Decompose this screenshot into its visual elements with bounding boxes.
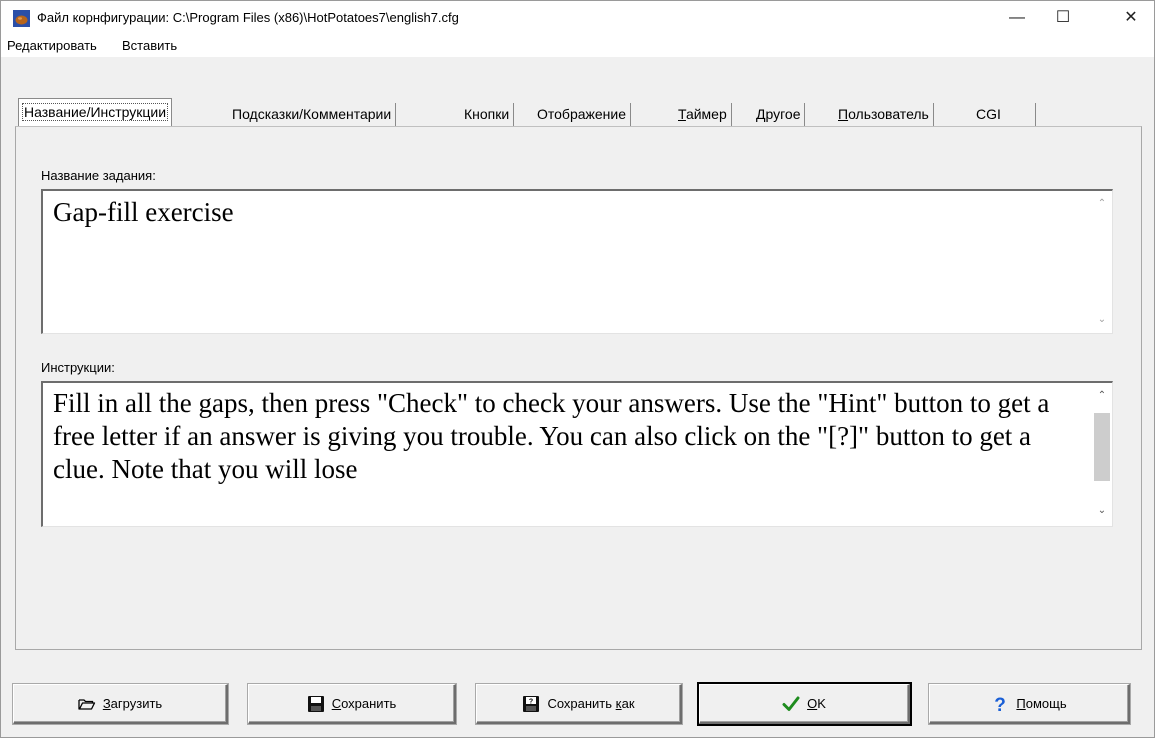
tab-cgi[interactable]: CGI — [972, 103, 1036, 127]
ok-button[interactable]: OK — [699, 684, 910, 724]
instructions-input[interactable]: Fill in all the gaps, then press "Check"… — [41, 381, 1113, 527]
tab-other[interactable]: Другое — [752, 103, 806, 127]
ok-label: OK — [807, 696, 826, 711]
maximize-button[interactable]: ☐ — [1040, 1, 1086, 35]
instructions-label: Инструкции: — [41, 360, 115, 375]
folder-open-icon — [78, 698, 95, 710]
title-scrollbar[interactable]: ⌃ ⌄ — [1092, 191, 1112, 333]
save-label: Сохранить — [331, 696, 397, 711]
tab-label: Кнопки — [464, 106, 510, 122]
tab-timer[interactable]: Таймер — [674, 103, 732, 127]
tab-label: Пользователь — [838, 106, 929, 122]
save-as-button[interactable]: ? Сохранить как — [476, 684, 682, 724]
instructions-scrollbar[interactable]: ⌃ ⌄ — [1092, 383, 1112, 526]
window-title: Файл корнфигурации: C:\Program Files (x8… — [37, 10, 459, 25]
exercise-title-label: Название задания: — [41, 168, 156, 183]
scrollbar-thumb[interactable] — [1094, 413, 1110, 481]
menu-edit[interactable]: Редактировать — [7, 38, 97, 53]
tab-title-instructions[interactable]: Название/Инструкции — [18, 98, 173, 127]
exercise-title-text: Gap-fill exercise — [53, 197, 234, 227]
help-label: Помощь — [1016, 696, 1067, 711]
load-button[interactable]: Загрузить — [13, 684, 228, 724]
instructions-text: Fill in all the gaps, then press "Check"… — [53, 388, 1050, 484]
hot-potatoes-app-icon — [13, 10, 30, 27]
help-button[interactable]: ? Помощь — [929, 684, 1130, 724]
save-as-label: Сохранить как — [547, 696, 635, 711]
config-window: Файл корнфигурации: C:\Program Files (x8… — [0, 0, 1155, 738]
tab-label: Отображение — [537, 106, 627, 122]
tab-label: CGI — [976, 106, 1001, 122]
svg-text:?: ? — [529, 698, 533, 705]
load-label: Загрузить — [102, 696, 163, 711]
tab-label: Другое — [756, 106, 801, 122]
scroll-up-icon[interactable]: ⌃ — [1092, 387, 1112, 405]
tab-label: Таймер — [678, 106, 727, 122]
tab-hints-feedback[interactable]: Подсказки/Комментарии — [228, 103, 397, 127]
menu-bar: Редактировать Вставить — [1, 35, 1154, 57]
tab-user[interactable]: Пользователь — [834, 103, 934, 127]
scroll-down-icon[interactable]: ⌄ — [1092, 502, 1112, 520]
tab-buttons[interactable]: Кнопки — [460, 103, 515, 127]
scroll-up-icon[interactable]: ⌃ — [1092, 195, 1112, 213]
save-button[interactable]: Сохранить — [248, 684, 456, 724]
scroll-down-icon[interactable]: ⌄ — [1092, 311, 1112, 329]
checkmark-icon — [782, 696, 800, 711]
tab-label: Название/Инструкции — [21, 103, 169, 121]
close-button[interactable]: ✕ — [1108, 1, 1154, 35]
save-as-icon: ? — [523, 695, 540, 712]
floppy-disk-icon — [307, 695, 324, 712]
question-mark-icon: ? — [995, 695, 1007, 713]
svg-text:?: ? — [995, 695, 1007, 713]
title-bar[interactable]: Файл корнфигурации: C:\Program Files (x8… — [1, 1, 1154, 35]
tab-label: Подсказки/Комментарии — [232, 106, 392, 122]
exercise-title-input[interactable]: Gap-fill exercise ⌃ ⌄ — [41, 189, 1113, 334]
menu-insert[interactable]: Вставить — [122, 38, 177, 53]
minimize-button[interactable]: — — [994, 1, 1040, 35]
tab-appearance[interactable]: Отображение — [533, 103, 632, 127]
